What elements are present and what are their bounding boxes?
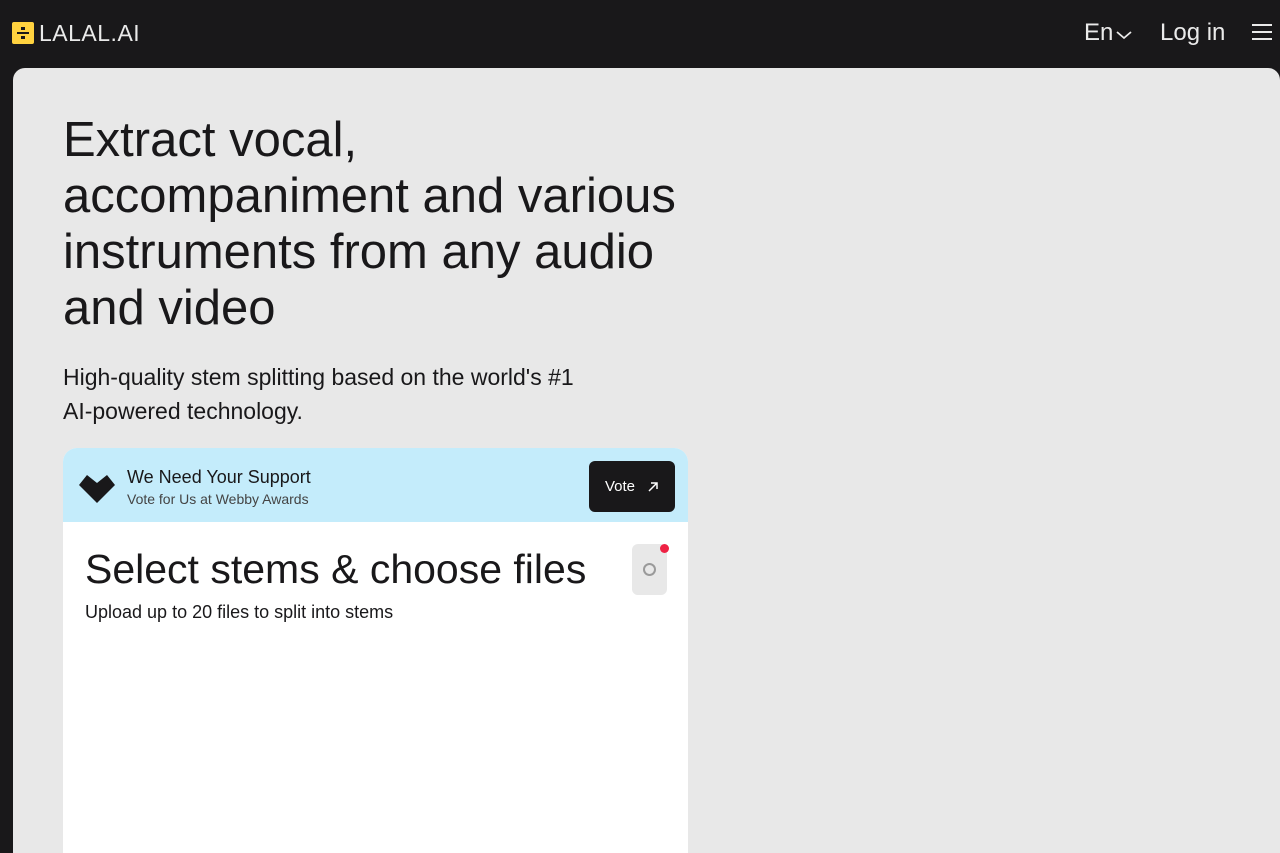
support-banner: We Need Your Support Vote for Us at Webb… (63, 448, 688, 522)
notification-dot (660, 544, 669, 553)
arrow-up-right-icon (648, 481, 658, 492)
top-navigation-bar: LALAL.AI En Log in (0, 0, 1280, 68)
login-link[interactable]: Log in (1160, 18, 1225, 48)
settings-icon (643, 563, 656, 576)
vote-button[interactable]: Vote (589, 461, 675, 512)
main-content: Extract vocal, accompaniment and various… (13, 68, 1280, 853)
lalal-logo-icon (12, 22, 34, 44)
logo[interactable]: LALAL.AI (12, 20, 140, 46)
support-title: We Need Your Support (127, 467, 311, 487)
upload-card: We Need Your Support Vote for Us at Webb… (63, 448, 688, 853)
upload-panel-subtitle: Upload up to 20 files to split into stem… (85, 602, 394, 622)
hero-subtitle: High-quality stem splitting based on the… (63, 364, 574, 424)
chevron-down-icon (1116, 31, 1132, 40)
vote-label: Vote (604, 478, 636, 495)
language-selector[interactable]: En (1084, 18, 1133, 48)
heart-icon (79, 475, 115, 503)
language-label: En (1084, 19, 1114, 46)
upload-panel-title: Select stems & choose files (85, 546, 587, 592)
support-subtitle: Vote for Us at Webby Awards (127, 491, 309, 507)
hamburger-menu-icon[interactable] (1250, 20, 1274, 44)
hero-title: Extract vocal, accompaniment and various… (63, 113, 676, 335)
logo-text: LALAL.AI (39, 20, 141, 46)
